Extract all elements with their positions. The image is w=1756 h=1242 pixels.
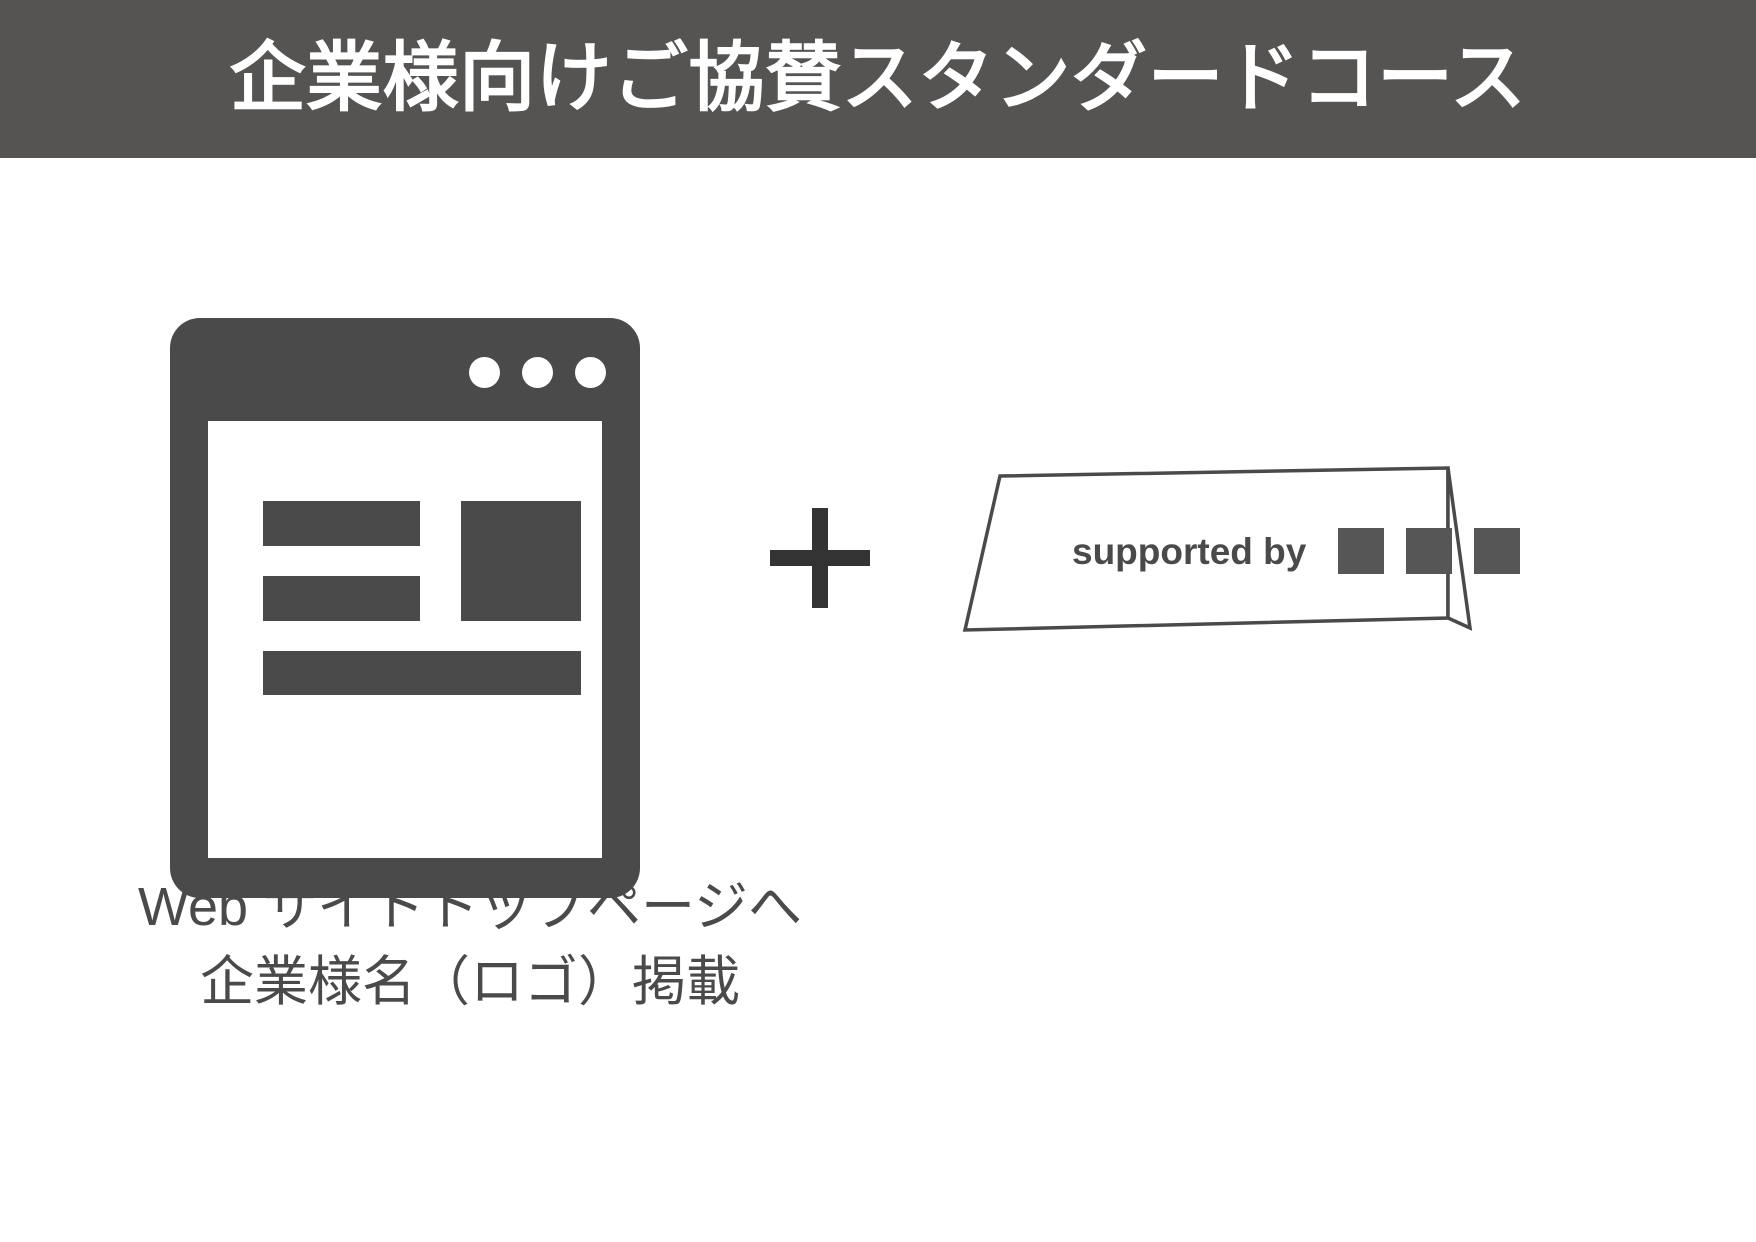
table-tent-sign-icon: supported by — [960, 458, 1521, 658]
browser-window-icon — [170, 318, 640, 898]
text-line-placeholder — [263, 651, 581, 695]
browser-dot-icon — [522, 357, 553, 388]
sponsor-logo-placeholder — [1338, 528, 1385, 574]
plus-icon-vertical-stroke — [812, 508, 828, 608]
benefit-caption-website: Web サイトトップページへ 企業様名（ロゴ）掲載 — [60, 870, 880, 1019]
text-line-placeholder — [263, 501, 420, 546]
text-line-placeholder — [263, 576, 420, 621]
browser-page-canvas — [208, 421, 602, 858]
header-bar: 企業様向けご協賛スタンダードコース — [0, 0, 1756, 158]
main-content-area: Web サイトトップページへ 企業様名（ロゴ）掲載 supported by — [0, 158, 1756, 1242]
benefit-caption-line: Web サイトトップページへ — [138, 877, 802, 937]
tent-sign-content-row: supported by — [1072, 528, 1521, 574]
supported-by-label: supported by — [1072, 530, 1307, 572]
benefit-caption-line: 企業様名（ロゴ）掲載 — [200, 951, 740, 1012]
browser-dot-icon — [469, 357, 500, 388]
plus-icon — [770, 508, 870, 608]
page-title: 企業様向けご協賛スタンダードコース — [229, 36, 1527, 121]
benefit-block-instore: supported by 店内、ぶそん市会場にて 企業様名（ロゴ）掲示 — [900, 158, 1700, 1158]
sponsor-logo-placeholder — [1474, 528, 1521, 574]
sponsor-logo-placeholder — [1406, 528, 1453, 574]
benefit-block-website: Web サイトトップページへ 企業様名（ロゴ）掲載 — [60, 158, 802, 1158]
browser-dot-icon — [575, 357, 606, 388]
image-placeholder — [461, 501, 581, 621]
browser-titlebar — [170, 318, 640, 421]
